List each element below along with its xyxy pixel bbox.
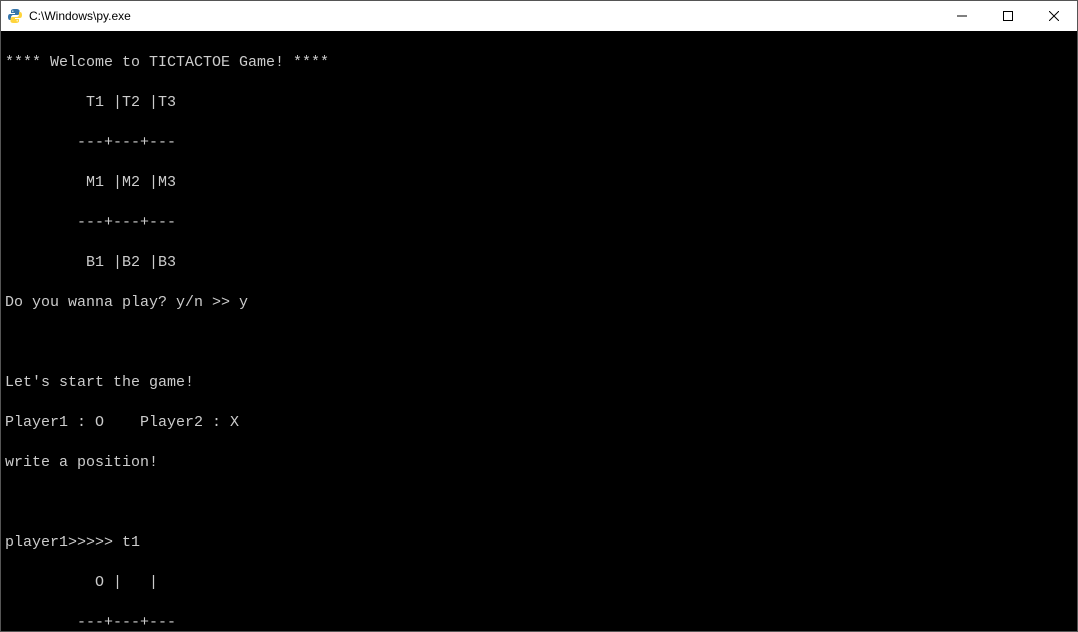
- terminal-line: Player1 : O Player2 : X: [5, 413, 1073, 433]
- terminal-line: player1>>>>> t1: [5, 533, 1073, 553]
- terminal-line: Let's start the game!: [5, 373, 1073, 393]
- terminal-output[interactable]: **** Welcome to TICTACTOE Game! **** T1 …: [1, 31, 1077, 631]
- terminal-line: [5, 333, 1073, 353]
- terminal-line: M1 |M2 |M3: [5, 173, 1073, 193]
- python-icon: [7, 8, 23, 24]
- maximize-button[interactable]: [985, 1, 1031, 31]
- terminal-line: T1 |T2 |T3: [5, 93, 1073, 113]
- window-title: C:\Windows\py.exe: [29, 9, 131, 23]
- terminal-line: [5, 493, 1073, 513]
- terminal-line: ---+---+---: [5, 133, 1073, 153]
- terminal-line: **** Welcome to TICTACTOE Game! ****: [5, 53, 1073, 73]
- console-window: C:\Windows\py.exe **** Welcome to TICTAC…: [0, 0, 1078, 632]
- terminal-line: B1 |B2 |B3: [5, 253, 1073, 273]
- window-controls: [939, 1, 1077, 31]
- terminal-line: O | |: [5, 573, 1073, 593]
- terminal-line: write a position!: [5, 453, 1073, 473]
- close-button[interactable]: [1031, 1, 1077, 31]
- titlebar[interactable]: C:\Windows\py.exe: [1, 1, 1077, 31]
- minimize-button[interactable]: [939, 1, 985, 31]
- terminal-line: Do you wanna play? y/n >> y: [5, 293, 1073, 313]
- terminal-line: ---+---+---: [5, 613, 1073, 631]
- terminal-line: ---+---+---: [5, 213, 1073, 233]
